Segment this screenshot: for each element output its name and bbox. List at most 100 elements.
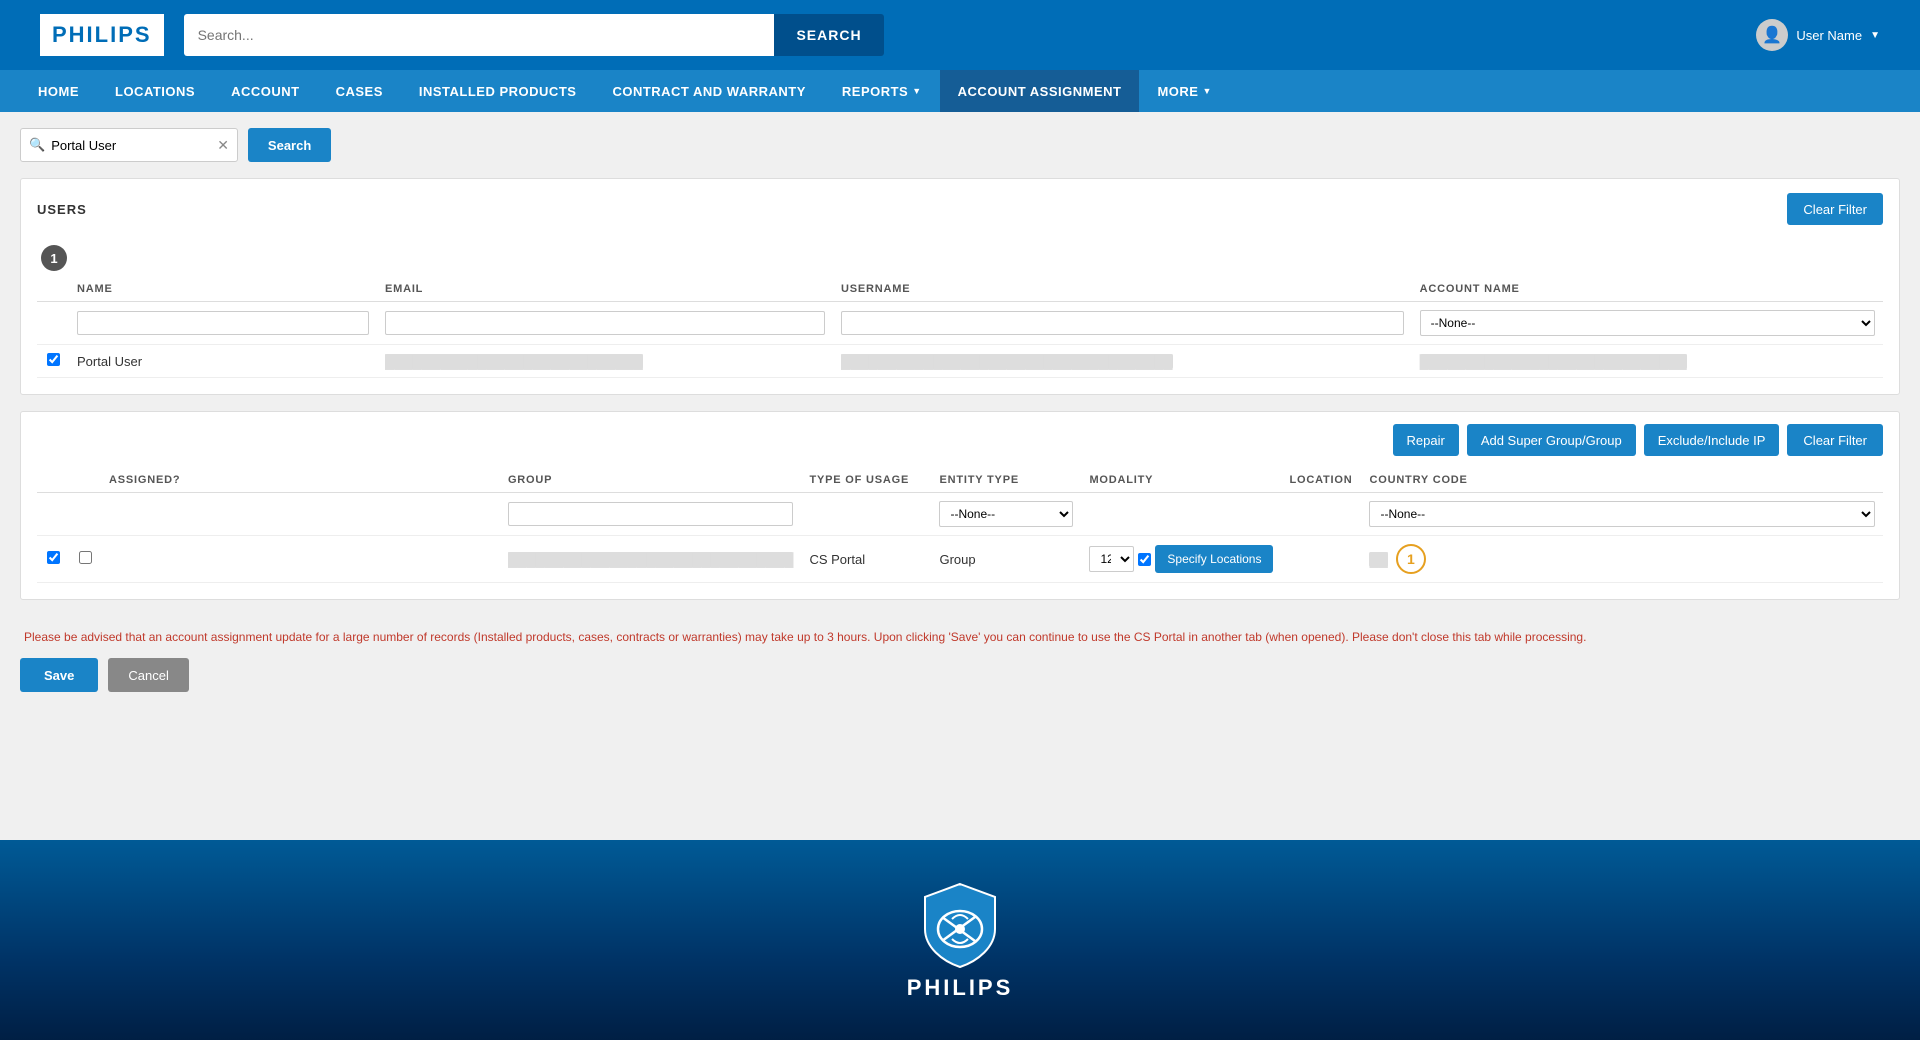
assign-col-entity-type: ENTITY TYPE bbox=[931, 468, 1081, 493]
nav-locations[interactable]: LOCATIONS bbox=[97, 70, 213, 112]
nav-installed-products[interactable]: INSTALLED PRODUCTS bbox=[401, 70, 595, 112]
reports-arrow-icon: ▼ bbox=[912, 86, 921, 96]
assign-row-checkbox1[interactable] bbox=[47, 551, 60, 564]
assign-entity-type-filter-select[interactable]: --None-- bbox=[939, 501, 1073, 527]
footer-logo: PHILIPS bbox=[907, 879, 1014, 1001]
nav-account[interactable]: ACCOUNT bbox=[213, 70, 318, 112]
avatar: 👤 bbox=[1756, 19, 1788, 51]
users-filter-name bbox=[69, 302, 377, 345]
footer: PHILIPS bbox=[0, 840, 1920, 1040]
nav-more[interactable]: MORE ▼ bbox=[1139, 70, 1229, 112]
assignment-table-row: ███████████████████████████████ CS Porta… bbox=[37, 536, 1883, 583]
assign-group-filter-input[interactable] bbox=[508, 502, 794, 526]
assign-row-checkbox2-cell bbox=[69, 536, 101, 583]
notice-text: Please be advised that an account assign… bbox=[20, 616, 1900, 654]
chevron-down-icon: ▼ bbox=[1870, 30, 1880, 41]
table-row: Portal User ████████████████████████████… bbox=[37, 345, 1883, 378]
more-arrow-icon: ▼ bbox=[1202, 86, 1211, 96]
users-row-account: █████████████████████████████ bbox=[1412, 345, 1883, 378]
users-clear-filter-button[interactable]: Clear Filter bbox=[1787, 193, 1883, 225]
assign-row-checkbox2[interactable] bbox=[79, 551, 92, 564]
action-bar: Repair Add Super Group/Group Exclude/Inc… bbox=[21, 412, 1899, 468]
add-super-group-button[interactable]: Add Super Group/Group bbox=[1467, 424, 1636, 456]
footer-logo-text: PHILIPS bbox=[907, 975, 1014, 1001]
logo: PHILIPS bbox=[40, 14, 164, 56]
users-username-filter-input[interactable] bbox=[841, 311, 1404, 335]
assign-row-modality: 12 selected Specify Locations bbox=[1081, 536, 1281, 583]
assign-col-type-of-usage: TYPE OF USAGE bbox=[801, 468, 931, 493]
cancel-button[interactable]: Cancel bbox=[108, 658, 188, 692]
assign-row-group: ███████████████████████████████ bbox=[500, 536, 802, 583]
assign-row-type-of-usage: CS Portal bbox=[801, 536, 931, 583]
user-name: User Name bbox=[1796, 28, 1862, 43]
search-input[interactable] bbox=[51, 138, 211, 153]
repair-button[interactable]: Repair bbox=[1393, 424, 1459, 456]
form-actions: Save Cancel bbox=[20, 654, 1900, 712]
users-col-name: NAME bbox=[69, 277, 377, 302]
clear-icon[interactable]: ✕ bbox=[217, 137, 229, 154]
nav-contract-warranty[interactable]: CONTRACT AND WARRANTY bbox=[594, 70, 823, 112]
search-button[interactable]: Search bbox=[248, 128, 331, 162]
specify-locations-button[interactable]: Specify Locations bbox=[1155, 545, 1273, 573]
assign-col-location: LOCATION bbox=[1281, 468, 1361, 493]
save-button[interactable]: Save bbox=[20, 658, 98, 692]
global-search-input[interactable] bbox=[184, 14, 775, 56]
assign-col-modality: MODALITY bbox=[1081, 468, 1281, 493]
users-filter-account: --None-- bbox=[1412, 302, 1883, 345]
users-name-filter-input[interactable] bbox=[77, 311, 369, 335]
assignment-panel-body: Assigned? GROUP TYPE OF USAGE ENTITY TYP… bbox=[21, 468, 1899, 599]
assign-col-assigned: Assigned? bbox=[101, 468, 500, 493]
exclude-include-button[interactable]: Exclude/Include IP bbox=[1644, 424, 1780, 456]
users-panel-header: USERS Clear Filter bbox=[21, 179, 1899, 235]
assignment-clear-filter-button[interactable]: Clear Filter bbox=[1787, 424, 1883, 456]
users-col-username: USERNAME bbox=[833, 277, 1412, 302]
users-filter-email bbox=[377, 302, 833, 345]
assign-row-modality-select[interactable]: 12 selected bbox=[1089, 546, 1134, 572]
nav-account-assignment[interactable]: ACCOUNT ASSIGNMENT bbox=[940, 70, 1140, 112]
users-row-checkbox-cell bbox=[37, 345, 69, 378]
users-account-filter-select[interactable]: --None-- bbox=[1420, 310, 1875, 336]
assign-row-location bbox=[1281, 536, 1361, 583]
global-search-wrap: SEARCH bbox=[184, 14, 884, 56]
logo-text: PHILIPS bbox=[52, 22, 152, 48]
nav-home[interactable]: HOME bbox=[20, 70, 97, 112]
assignment-table: Assigned? GROUP TYPE OF USAGE ENTITY TYP… bbox=[37, 468, 1883, 583]
users-panel: USERS Clear Filter 1 NAME EMAIL USERNAME… bbox=[20, 178, 1900, 395]
tooltip-circle: 1 bbox=[1396, 544, 1426, 574]
assign-col-checkbox2 bbox=[69, 468, 101, 493]
users-panel-title: USERS bbox=[37, 202, 87, 217]
global-search-button[interactable]: SEARCH bbox=[774, 14, 883, 56]
users-page-number: 1 bbox=[41, 245, 67, 271]
assign-col-checkbox bbox=[37, 468, 69, 493]
users-table: NAME EMAIL USERNAME ACCOUNT NAME --None-… bbox=[37, 277, 1883, 378]
assign-row-modality-checkbox[interactable] bbox=[1138, 553, 1151, 566]
assignment-panel: Repair Add Super Group/Group Exclude/Inc… bbox=[20, 411, 1900, 600]
users-filter-username bbox=[833, 302, 1412, 345]
assign-country-code-filter-select[interactable]: --None-- bbox=[1369, 501, 1875, 527]
top-header: PHILIPS SEARCH 👤 User Name ▼ bbox=[0, 0, 1920, 70]
main-content: 🔍 ✕ Search USERS Clear Filter 1 NAME EMA… bbox=[0, 112, 1920, 840]
users-col-checkbox bbox=[37, 277, 69, 302]
search-icon: 🔍 bbox=[29, 137, 45, 153]
footer-shield-icon bbox=[920, 879, 1000, 969]
search-row: 🔍 ✕ Search bbox=[20, 128, 1900, 162]
nav-bar: HOME LOCATIONS ACCOUNT CASES INSTALLED P… bbox=[0, 70, 1920, 112]
assign-col-country-code: COUNTRY CODE bbox=[1361, 468, 1883, 493]
users-row-checkbox[interactable] bbox=[47, 353, 60, 366]
users-filter-checkbox-cell bbox=[37, 302, 69, 345]
assign-row-assigned bbox=[101, 536, 500, 583]
nav-cases[interactable]: CASES bbox=[318, 70, 401, 112]
assign-col-group: GROUP bbox=[500, 468, 802, 493]
search-input-wrap: 🔍 ✕ bbox=[20, 128, 238, 162]
user-area[interactable]: 👤 User Name ▼ bbox=[1756, 19, 1880, 51]
users-col-account-name: ACCOUNT NAME bbox=[1412, 277, 1883, 302]
assign-row-checkbox1-cell bbox=[37, 536, 69, 583]
nav-reports[interactable]: REPORTS ▼ bbox=[824, 70, 940, 112]
assign-row-entity-type: Group bbox=[931, 536, 1081, 583]
users-email-filter-input[interactable] bbox=[385, 311, 825, 335]
users-row-username: ████████████████████████████████████ bbox=[833, 345, 1412, 378]
users-row-name: Portal User bbox=[69, 345, 377, 378]
users-col-email: EMAIL bbox=[377, 277, 833, 302]
assign-row-country-code: ██ 1 bbox=[1361, 536, 1883, 583]
users-row-email: ████████████████████████████ bbox=[377, 345, 833, 378]
